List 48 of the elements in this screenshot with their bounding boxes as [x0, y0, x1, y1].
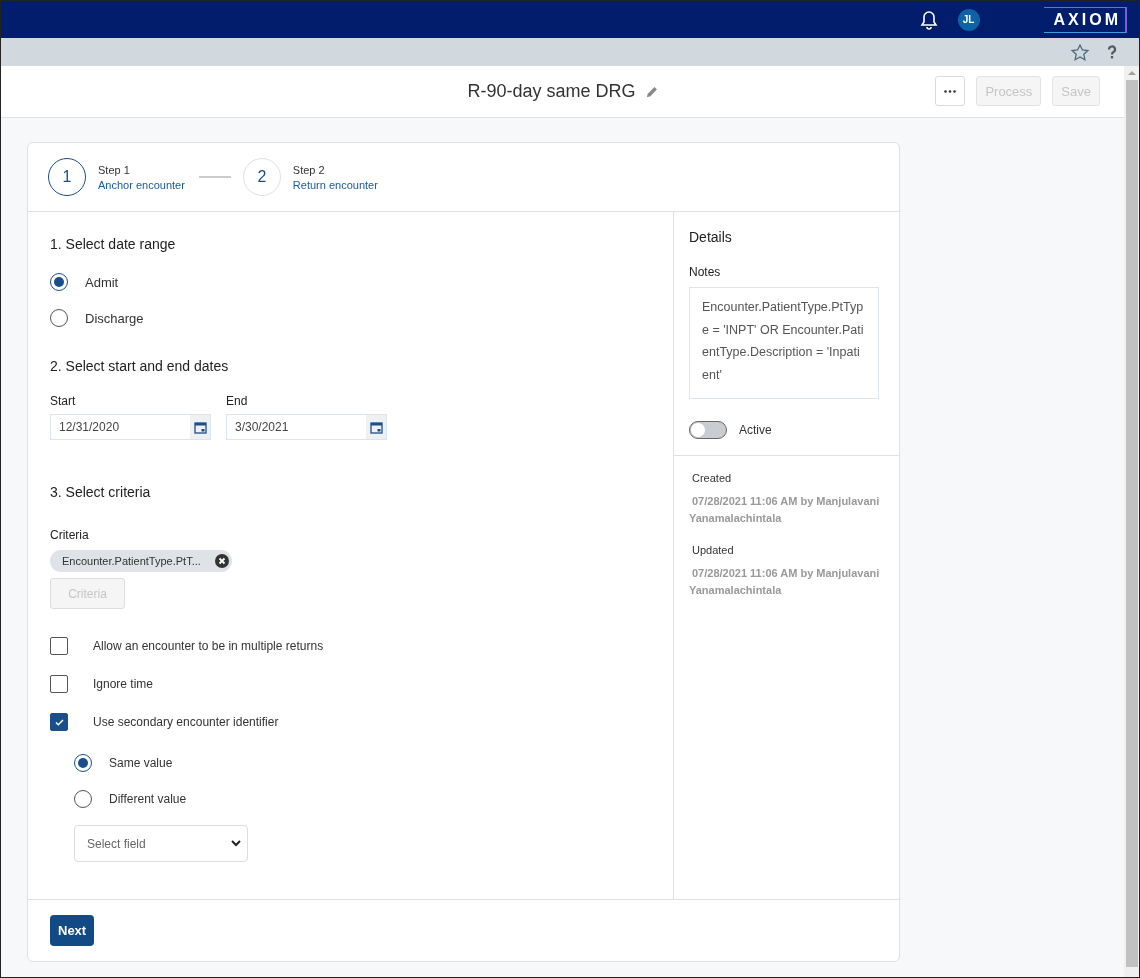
- details-heading: Details: [689, 229, 733, 245]
- logo: AXIOM: [1043, 6, 1127, 33]
- field-label: Criteria: [50, 528, 90, 542]
- more-icon: [944, 89, 957, 93]
- section-heading: 3. Select criteria: [50, 484, 152, 500]
- remove-icon[interactable]: [214, 554, 229, 568]
- user-avatar[interactable]: JL: [957, 8, 980, 31]
- checkbox-label: Ignore time: [93, 677, 154, 691]
- radio-label: Same value: [109, 756, 173, 770]
- pencil-icon[interactable]: [645, 85, 658, 98]
- criteria-chip: Encounter.PatientType.PtT...: [50, 550, 232, 572]
- notes-text: Encounter.PatientType.PtType = 'INPT' OR Encounter.PatientType.Description = 'Inpatient': [689, 287, 879, 399]
- section-heading: 2. Select start and end dates: [50, 358, 230, 374]
- history-text: 07/28/2021 11:06 AM by Manjulavani Yanamalachintala: [689, 566, 881, 598]
- step-title: Step 2: [292, 163, 326, 176]
- radio-label: Admit: [85, 274, 119, 290]
- help-icon[interactable]: [1107, 45, 1117, 59]
- calendar-icon[interactable]: [193, 420, 207, 434]
- toggle-label: Active: [739, 423, 772, 437]
- checkbox[interactable]: [50, 675, 68, 693]
- history-label: Created: [691, 472, 733, 484]
- field-label: End: [226, 394, 249, 408]
- step-label: Anchor encounter: [98, 178, 185, 191]
- checkbox-label: Use secondary encounter identifier: [93, 715, 279, 729]
- check-icon: [54, 718, 64, 726]
- next-button[interactable]: Next: [50, 915, 95, 946]
- page-title: R-90-day same DRG: [467, 81, 636, 102]
- calendar-icon[interactable]: [369, 420, 383, 434]
- field-label: Notes: [689, 265, 722, 279]
- history-label: Updated: [691, 544, 735, 556]
- bell-icon[interactable]: [919, 9, 938, 30]
- field-label: Start: [50, 394, 77, 408]
- radio-label: Different value: [109, 792, 187, 806]
- checkbox[interactable]: [50, 637, 68, 655]
- step-title: Step 1: [98, 163, 131, 176]
- history-text: 07/28/2021 11:06 AM by Manjulavani Yanamalachintala: [689, 494, 881, 526]
- active-toggle[interactable]: [689, 421, 727, 439]
- section-heading: 1. Select date range: [50, 236, 177, 252]
- chevron-down-icon: [231, 840, 241, 847]
- checkbox-label: Allow an encounter to be in multiple returns: [93, 639, 324, 653]
- checkbox[interactable]: [50, 713, 68, 731]
- select-field[interactable]: Select field: [74, 825, 248, 862]
- scrollbar[interactable]: [1124, 66, 1139, 977]
- date-field[interactable]: 12/31/2020: [50, 414, 211, 440]
- radio-label: Discharge: [85, 310, 144, 326]
- date-field[interactable]: 3/30/2021: [226, 414, 387, 440]
- step-label: Return encounter: [292, 178, 378, 191]
- star-icon[interactable]: [1071, 43, 1089, 61]
